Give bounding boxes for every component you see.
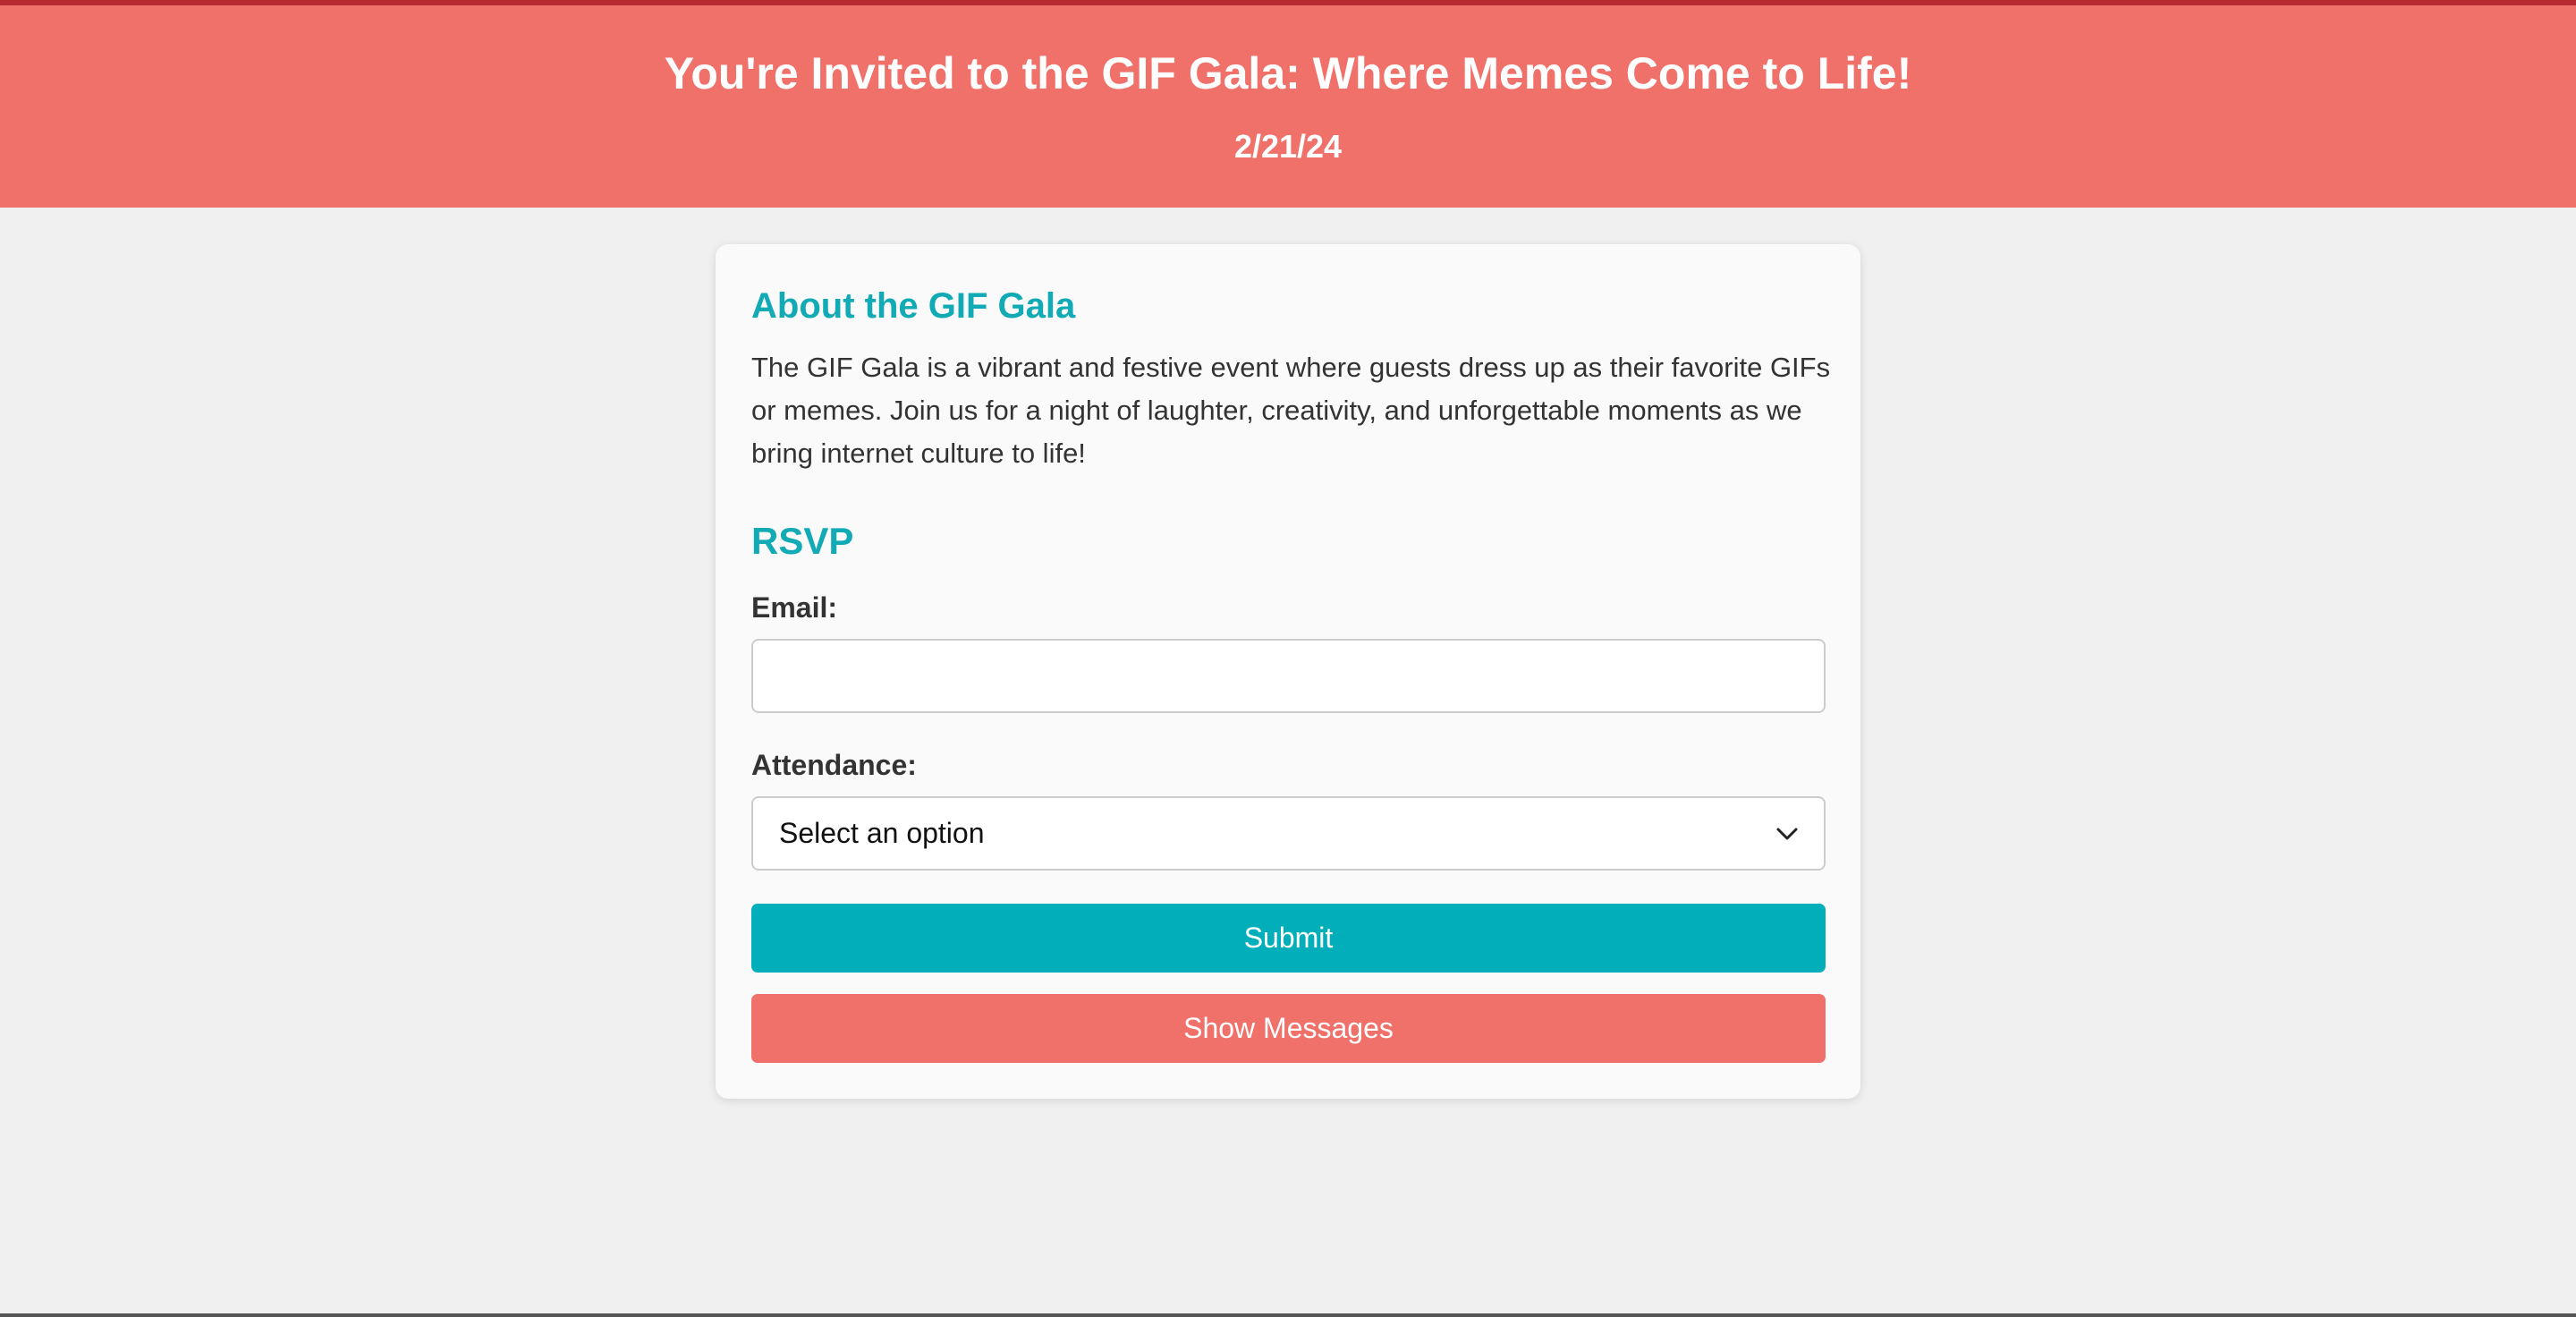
- submit-button[interactable]: Submit: [751, 904, 1826, 973]
- attendance-label: Attendance:: [751, 749, 917, 781]
- invitation-card: About the GIF Gala The GIF Gala is a vib…: [716, 244, 1860, 1099]
- attendance-selected-value: Select an option: [779, 817, 985, 849]
- rsvp-heading: RSVP: [751, 520, 854, 562]
- show-messages-button[interactable]: Show Messages: [751, 994, 1826, 1063]
- page-title: You're Invited to the GIF Gala: Where Me…: [664, 48, 1912, 98]
- about-description: The GIF Gala is a vibrant and festive ev…: [751, 352, 1831, 469]
- email-label: Email:: [751, 591, 838, 624]
- page-header: You're Invited to the GIF Gala: Where Me…: [0, 5, 2576, 208]
- about-heading: About the GIF Gala: [751, 286, 1076, 326]
- chevron-down-icon: [1776, 828, 1798, 839]
- event-date: 2/21/24: [1233, 128, 1343, 165]
- attendance-select[interactable]: Select an option: [751, 796, 1826, 871]
- bottom-border: [0, 1313, 2576, 1317]
- email-field[interactable]: [751, 639, 1826, 713]
